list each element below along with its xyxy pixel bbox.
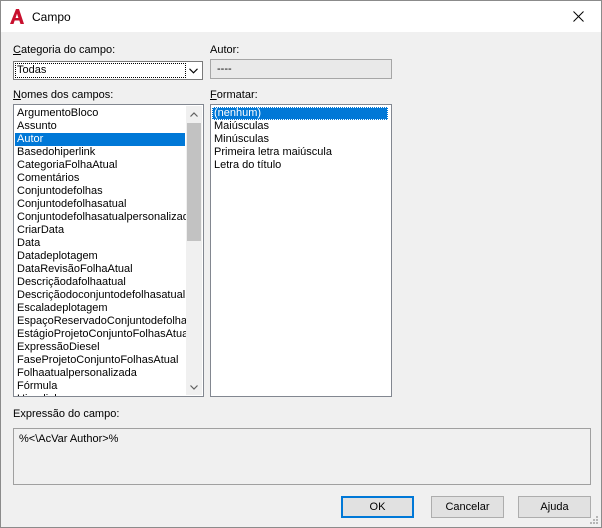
format-listbox[interactable]: (nenhum) Maiúsculas Minúsculas Primeira let… — [210, 104, 392, 397]
list-item[interactable]: Descriçãodafolhaatual — [15, 276, 185, 289]
list-item[interactable]: Data — [15, 237, 185, 250]
cancel-button[interactable]: Cancelar — [431, 496, 504, 518]
resize-grip-icon[interactable] — [588, 514, 599, 525]
list-item[interactable]: EspaçoReservadoConjuntodefolhas — [15, 315, 193, 328]
close-button[interactable] — [555, 1, 601, 32]
list-item[interactable]: Maiúsculas — [212, 120, 388, 133]
list-item[interactable]: DataRevisãoFolhaAtual — [15, 263, 185, 276]
chevron-down-icon[interactable] — [185, 62, 202, 79]
list-item[interactable]: Primeira letra maiúscula — [212, 146, 388, 159]
list-item[interactable]: Assunto — [15, 120, 185, 133]
list-item[interactable]: CategoriaFolhaAtual — [15, 159, 185, 172]
expression-field: %<\AcVar Author>% — [13, 428, 591, 485]
list-item[interactable]: Minúsculas — [212, 133, 388, 146]
list-item[interactable]: ArgumentoBloco — [15, 107, 185, 120]
scroll-thumb[interactable] — [187, 123, 201, 241]
format-label: Formatar: — [210, 89, 258, 101]
list-item[interactable]: Hiperlink — [15, 393, 185, 396]
list-item[interactable]: Comentários — [15, 172, 185, 185]
scroll-down-button[interactable] — [186, 379, 202, 395]
chevron-up-icon — [190, 111, 198, 117]
list-item[interactable]: Datadeplotagem — [15, 250, 185, 263]
field-dialog: Campo Categoria do campo: Todas Autor: -… — [0, 0, 602, 528]
title-bar[interactable]: Campo — [1, 1, 601, 32]
list-item[interactable]: (nenhum) — [212, 107, 388, 120]
list-item[interactable]: Conjuntodefolhas — [15, 185, 185, 198]
field-names-listbox[interactable]: ArgumentoBloco Assunto Autor Basedohiperlin… — [13, 104, 204, 397]
list-item[interactable]: Conjuntodefolhasatualpersonalizad — [15, 211, 189, 224]
list-item[interactable]: CriarData — [15, 224, 185, 237]
list-item[interactable]: Conjuntodefolhasatual — [15, 198, 185, 211]
list-item[interactable]: Escaladeplotagem — [15, 302, 185, 315]
format-items: (nenhum) Maiúsculas Minúsculas Primeira let… — [212, 107, 390, 172]
window-title: Campo — [32, 10, 71, 24]
list-item[interactable]: FaseProjetoConjuntoFolhasAtual — [15, 354, 185, 367]
expression-label: Expressão do campo: — [13, 408, 120, 420]
chevron-down-icon — [190, 384, 198, 390]
close-icon — [572, 11, 584, 22]
author-value-field: ---- — [210, 59, 392, 79]
author-label: Autor: — [210, 44, 240, 56]
expression-value: %<\AcVar Author>% — [19, 433, 119, 445]
list-item[interactable]: Folhaatualpersonalizada — [15, 367, 185, 380]
help-button[interactable]: Ajuda — [518, 496, 591, 518]
list-item[interactable]: Fórmula — [15, 380, 185, 393]
field-names-scrollbar[interactable] — [186, 106, 202, 395]
field-names-items: ArgumentoBloco Assunto Autor Basedohiperlin… — [15, 107, 193, 396]
list-item[interactable]: Letra do título — [212, 159, 388, 172]
ok-button[interactable]: OK — [341, 496, 414, 518]
list-item[interactable]: ExpressãoDiesel — [15, 341, 185, 354]
category-selected-value: Todas — [15, 63, 186, 78]
list-item[interactable]: Basedohiperlink — [15, 146, 185, 159]
list-item[interactable]: Descriçãodoconjuntodefolhasatual — [15, 289, 185, 302]
scroll-up-button[interactable] — [186, 106, 202, 122]
autocad-logo-icon — [10, 9, 24, 24]
category-label: Categoria do campo: — [13, 44, 116, 56]
list-item[interactable]: Autor — [15, 133, 185, 146]
list-item[interactable]: EstágioProjetoConjuntoFolhasAtual — [15, 328, 191, 341]
field-names-label: Nomes dos campos: — [13, 89, 114, 101]
category-dropdown[interactable]: Todas — [13, 61, 203, 80]
